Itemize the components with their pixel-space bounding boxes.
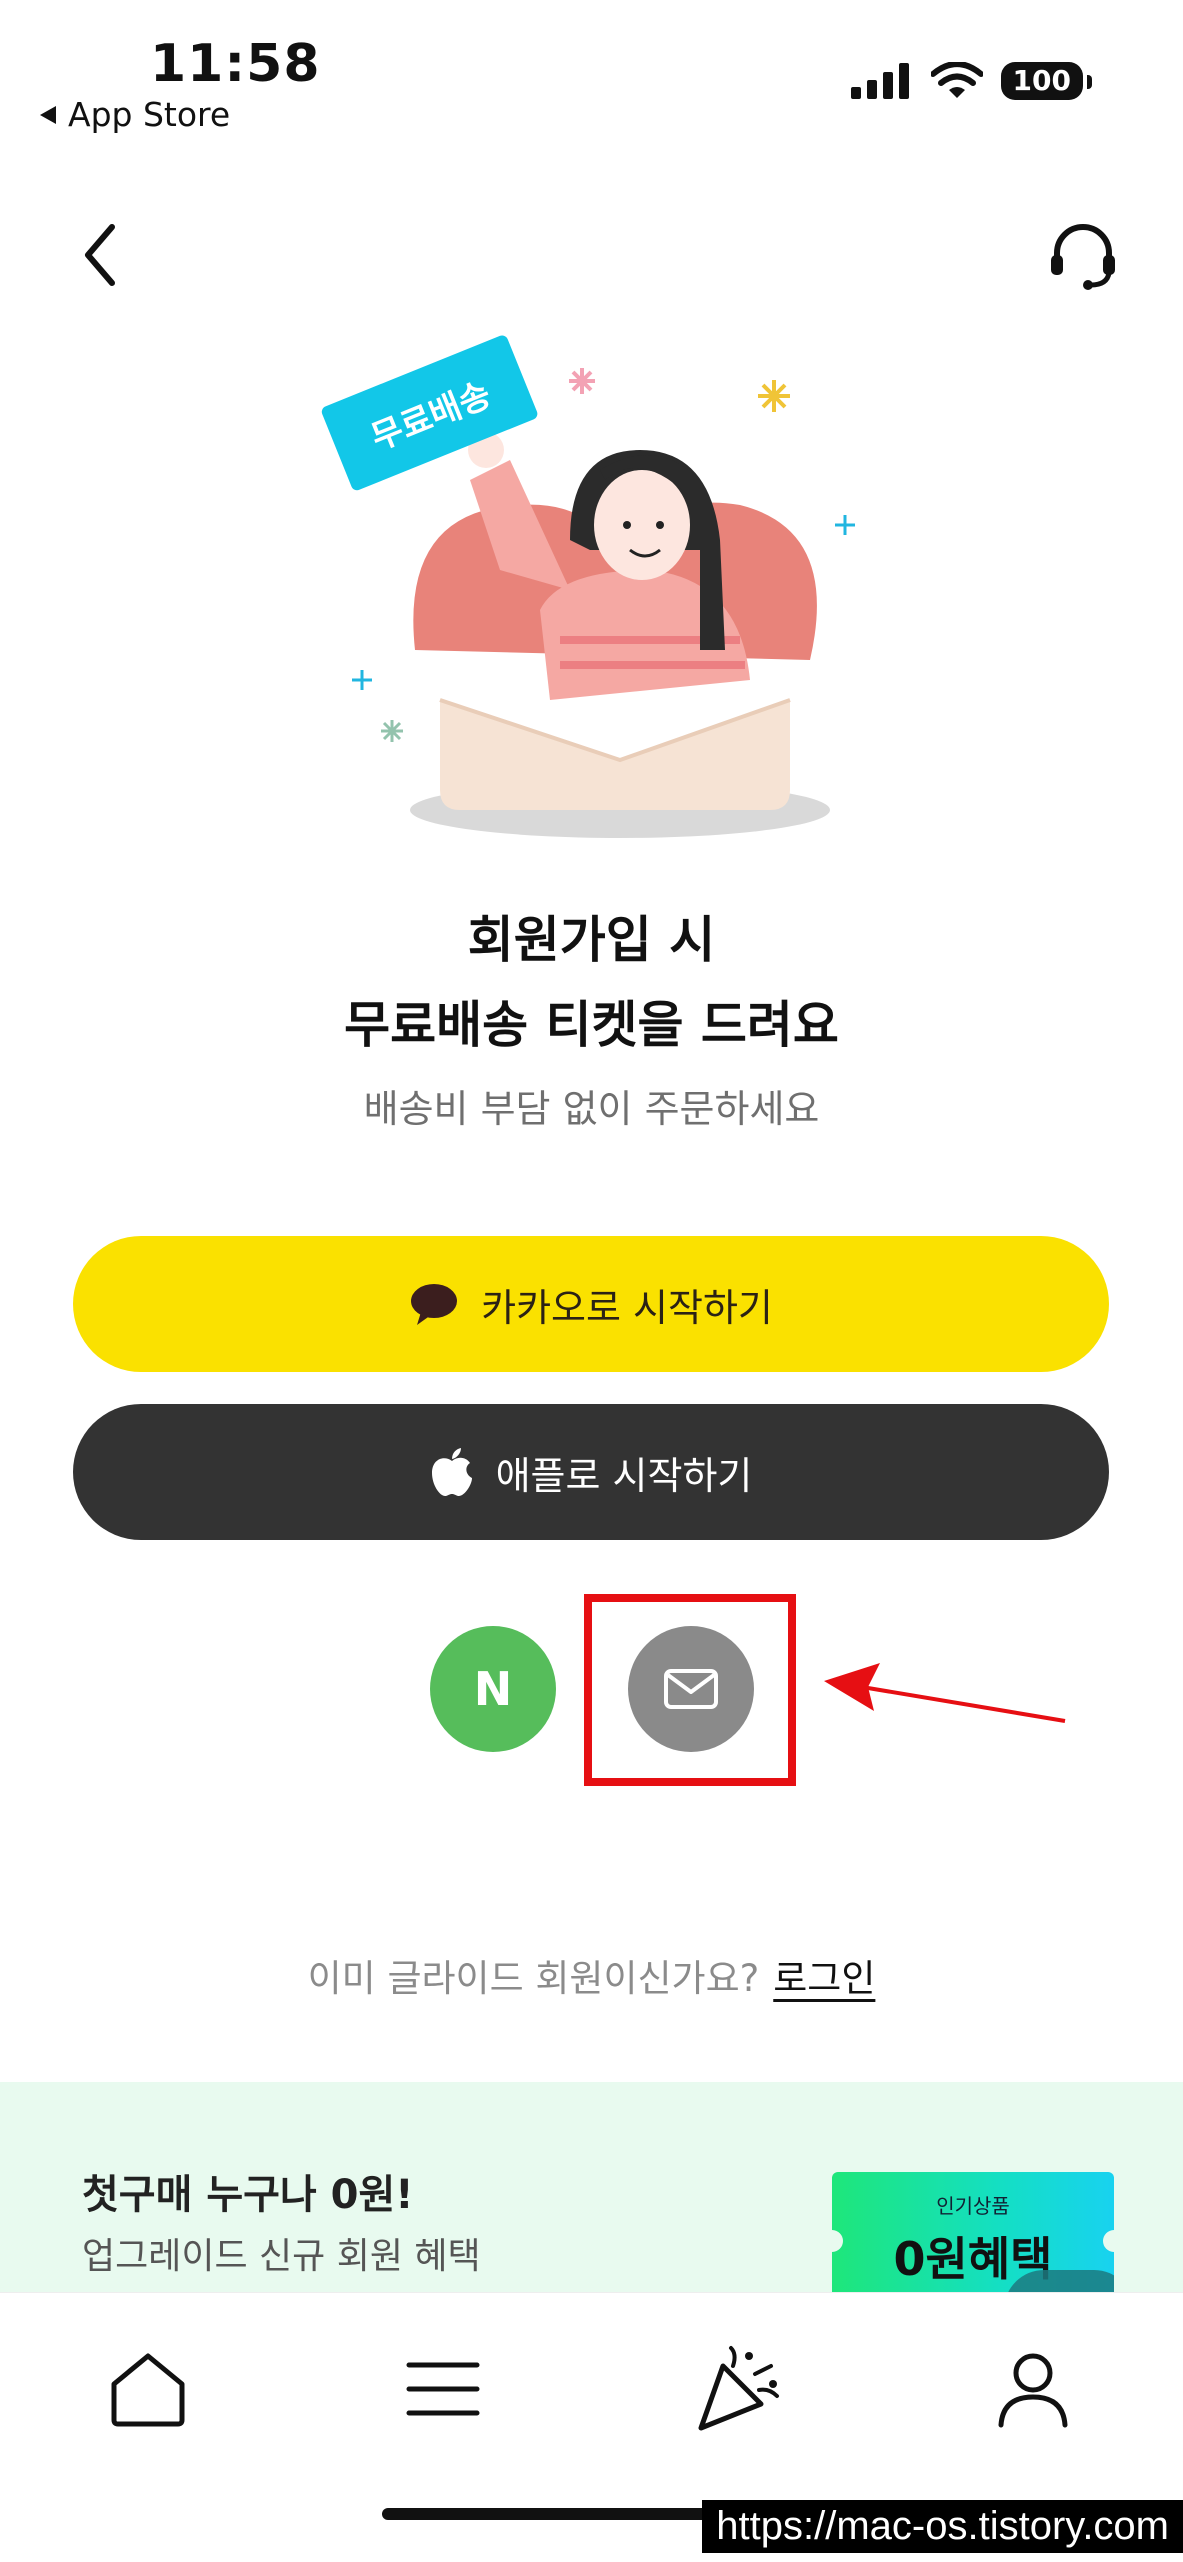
battery-indicator: 100 bbox=[1000, 62, 1093, 100]
party-icon bbox=[698, 2346, 779, 2431]
status-indicators: 100 bbox=[850, 62, 1093, 100]
naver-login-button[interactable]: N bbox=[430, 1626, 556, 1752]
tab-profile[interactable] bbox=[983, 2339, 1083, 2439]
apple-logo-icon bbox=[431, 1448, 472, 1497]
watermark: https://mac-os.tistory.com bbox=[702, 2500, 1183, 2553]
promo-banner[interactable]: 첫구매 누구나 0원! 업그레이드 신규 회원 혜택 인기상품 0원혜택 bbox=[0, 2082, 1183, 2292]
login-prompt-row: 이미 글라이드 회원이신가요? 로그인 bbox=[0, 1948, 1183, 2002]
wifi-icon bbox=[930, 62, 983, 98]
red-arrow-icon bbox=[824, 1663, 1066, 1723]
tab-home[interactable] bbox=[98, 2339, 198, 2439]
back-button[interactable] bbox=[70, 215, 130, 295]
headset-icon bbox=[1051, 224, 1115, 290]
kakao-start-label: 카카오로 시작하기 bbox=[481, 1285, 773, 1330]
chevron-left-icon bbox=[85, 224, 115, 286]
apple-start-button[interactable]: 애플로 시작하기 bbox=[73, 1404, 1109, 1540]
login-prompt-text: 이미 글라이드 회원이신가요? bbox=[307, 1957, 760, 2000]
speech-bubble-icon bbox=[411, 1284, 458, 1325]
highlight-box bbox=[584, 1594, 796, 1786]
menu-icon bbox=[406, 2362, 480, 2416]
headline-subtitle: 배송비 부담 없이 주문하세요 bbox=[363, 1087, 820, 1131]
naver-logo-icon: N bbox=[473, 1662, 513, 1716]
kakao-start-button[interactable]: 카카오로 시작하기 bbox=[73, 1236, 1109, 1372]
headline-line-2: 무료배송 티켓을 드려요 bbox=[344, 996, 839, 1054]
home-icon bbox=[111, 2353, 185, 2427]
login-link[interactable]: 로그인 bbox=[773, 1957, 875, 2000]
back-app-label: App Store bbox=[68, 95, 231, 134]
promo-ticket: 인기상품 0원혜택 bbox=[832, 2172, 1114, 2292]
profile-icon bbox=[998, 2353, 1068, 2428]
tab-event[interactable] bbox=[688, 2339, 788, 2439]
tab-menu[interactable] bbox=[393, 2339, 493, 2439]
promo-title: 첫구매 누구나 0원! bbox=[82, 2172, 414, 2218]
back-triangle-icon bbox=[40, 105, 56, 124]
promo-ticket-small: 인기상품 bbox=[936, 2194, 1010, 2218]
hero-illustration: 무료배송 bbox=[320, 320, 880, 860]
promo-subtitle: 업그레이드 신규 회원 혜택 bbox=[82, 2236, 481, 2277]
back-to-app-store[interactable]: App Store bbox=[38, 95, 230, 134]
apple-start-label: 애플로 시작하기 bbox=[495, 1453, 753, 1498]
signal-icon bbox=[850, 63, 909, 99]
headline-line-1: 회원가입 시 bbox=[467, 911, 716, 969]
status-time: 11:58 bbox=[150, 34, 321, 94]
customer-support-button[interactable] bbox=[1043, 215, 1123, 295]
